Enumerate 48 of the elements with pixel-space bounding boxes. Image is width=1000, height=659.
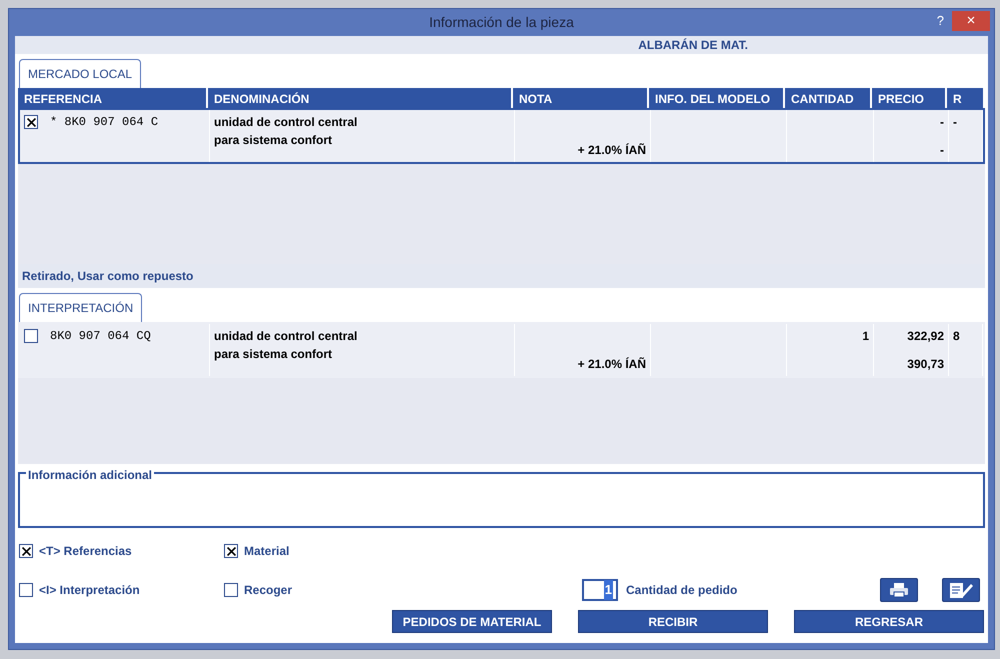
- quantity-label: Cantidad de pedido: [626, 582, 738, 599]
- checkbox[interactable]: [19, 544, 33, 558]
- column-header: NOTA: [513, 88, 649, 108]
- receive-button[interactable]: RECIBIR: [578, 610, 768, 633]
- note-text: + 21.0% ÍAÑ: [578, 356, 646, 373]
- total-price-text: 390,73: [907, 356, 944, 373]
- window-title: Información de la pieza: [429, 13, 574, 32]
- column-header: PRECIO: [872, 88, 947, 108]
- column-header: REFERENCIA: [18, 88, 208, 108]
- checkbox[interactable]: [24, 115, 38, 129]
- column-header: DENOMINACIÓN: [208, 88, 513, 108]
- close-button[interactable]: ×: [952, 11, 990, 31]
- checkbox[interactable]: [24, 329, 38, 343]
- r-value: 8: [953, 329, 960, 343]
- edit-button[interactable]: [942, 578, 980, 602]
- order-button[interactable]: PEDIDOS DE MATERIAL: [392, 610, 552, 633]
- quantity-field[interactable]: 1: [582, 579, 618, 601]
- option-label: <I> Interpretación: [39, 582, 140, 599]
- price-text: 322,92: [907, 328, 944, 345]
- print-button[interactable]: [880, 578, 918, 602]
- back-button[interactable]: REGRESAR: [794, 610, 984, 633]
- option-label: Material: [244, 543, 290, 560]
- status-text: Retirado, Usar como repuesto: [18, 264, 985, 288]
- part-description: unidad de control central para sistema confort: [214, 328, 358, 363]
- part-number: * 8K0 907 064 C: [50, 114, 158, 131]
- option-label: <T> Referencias: [39, 543, 132, 560]
- note-text: + 21.0% ÍAÑ: [578, 142, 646, 159]
- column-header: INFO. DEL MODELO: [649, 88, 785, 108]
- section-header: ALBARÁN DE MAT.: [15, 36, 988, 54]
- r-value: -: [953, 115, 957, 129]
- checkbox[interactable]: [224, 583, 238, 597]
- column-header: CANTIDAD: [785, 88, 872, 108]
- part-description: unidad de control central para sistema confort: [214, 114, 358, 149]
- quantity-text: 1: [862, 329, 869, 343]
- table-row[interactable]: * 8K0 907 064 C unidad de control central para sistema confort + 21.0% ÍAÑ - - -: [18, 108, 985, 164]
- checkbox[interactable]: [224, 544, 238, 558]
- checkbox[interactable]: [19, 583, 33, 597]
- part-number: 8K0 907 064 CQ: [50, 328, 151, 345]
- edit-document-icon: [948, 581, 974, 599]
- printer-icon: [889, 582, 909, 598]
- price-text: -: [940, 114, 944, 131]
- help-button[interactable]: ?: [936, 11, 944, 31]
- total-price-text: -: [940, 142, 944, 159]
- option-label: Recoger: [244, 582, 292, 599]
- section-tab[interactable]: MERCADO LOCAL: [19, 59, 142, 88]
- table-row[interactable]: 8K0 907 064 CQ unidad de control central para sistema confort + 21.0% ÍAÑ 1 322,92 390,73 8: [18, 322, 985, 378]
- column-header: R: [947, 88, 985, 108]
- section-tab[interactable]: INTERPRETACIÓN: [19, 293, 142, 322]
